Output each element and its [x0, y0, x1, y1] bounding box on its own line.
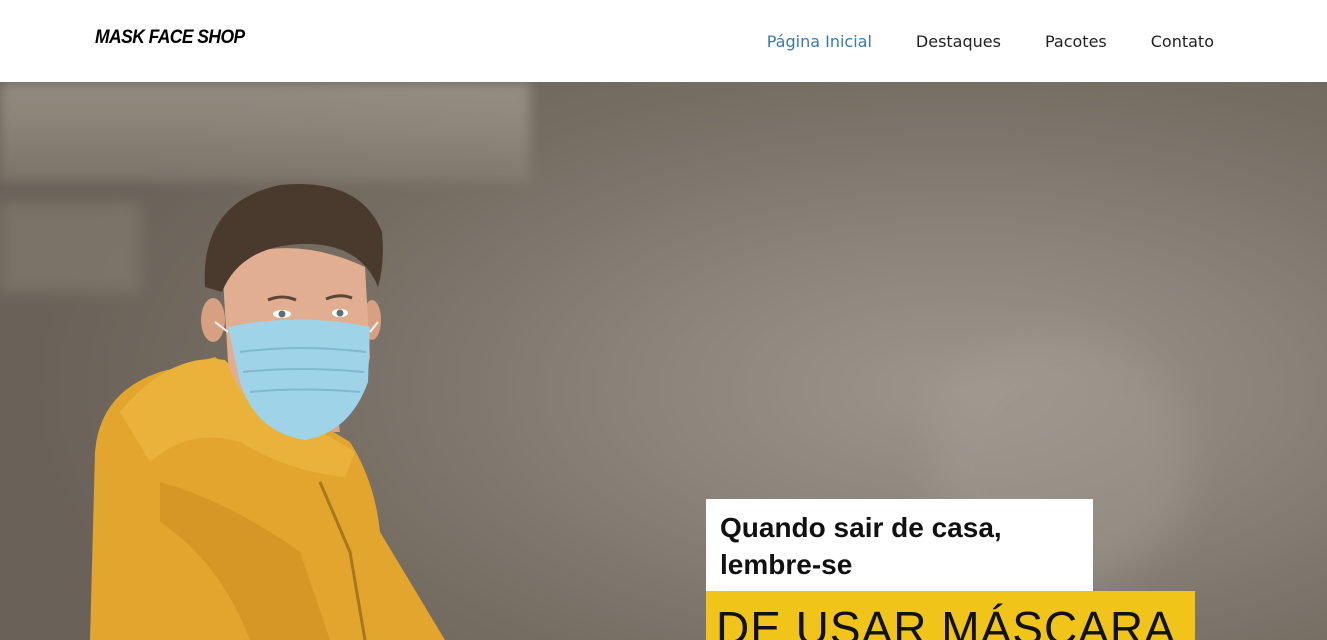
- headline-box: DE USAR MÁSCARA: [706, 591, 1195, 640]
- hero-banner: Quando sair de casa, lembre-se DE USAR M…: [0, 82, 1327, 640]
- site-header: MASK FACE SHOP Página Inicial Destaques …: [0, 0, 1327, 82]
- reminder-text: Quando sair de casa, lembre-se: [720, 512, 1002, 580]
- nav-link-contact[interactable]: Contato: [1151, 31, 1214, 53]
- pupil-right: [336, 309, 344, 317]
- pupil-left: [278, 310, 286, 318]
- main-nav: Página Inicial Destaques Pacotes Contato: [767, 31, 1214, 53]
- nav-link-highlights[interactable]: Destaques: [916, 31, 1001, 53]
- headline-text: DE USAR MÁSCARA: [716, 602, 1176, 640]
- nav-link-home[interactable]: Página Inicial: [767, 31, 872, 53]
- ear-left: [201, 298, 225, 342]
- site-logo[interactable]: MASK FACE SHOP: [95, 27, 245, 49]
- hero-photo-man-wearing-mask: [90, 183, 445, 640]
- nav-link-packages[interactable]: Pacotes: [1045, 31, 1107, 53]
- reminder-box: Quando sair de casa, lembre-se: [706, 499, 1093, 591]
